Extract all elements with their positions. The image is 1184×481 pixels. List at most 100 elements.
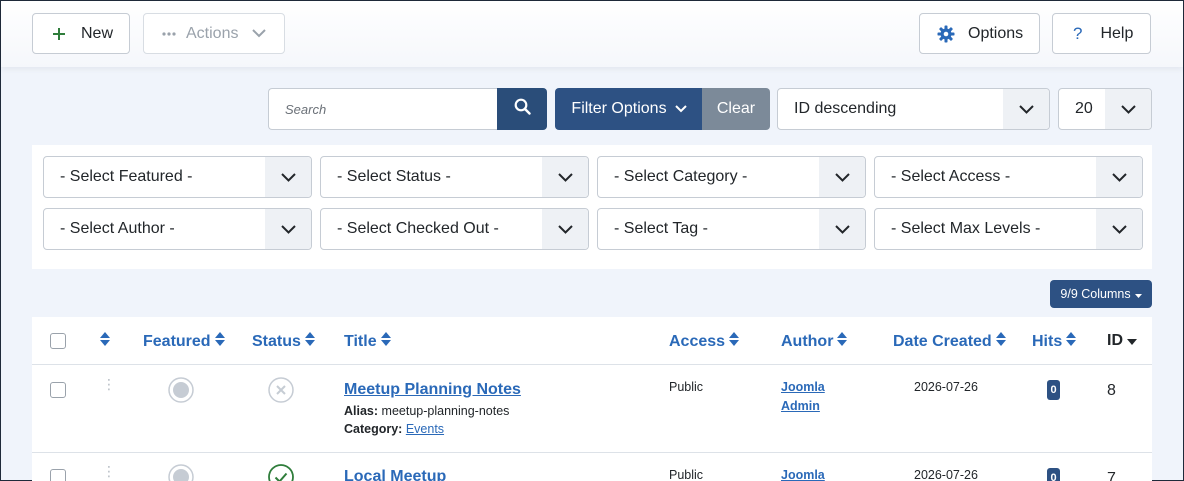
tag-filter-select[interactable]: - Select Tag - xyxy=(597,208,866,250)
unpublished-icon[interactable] xyxy=(268,377,294,408)
chevron-down-icon xyxy=(674,100,687,118)
sort-icon xyxy=(380,332,391,351)
max-levels-filter-select[interactable]: - Select Max Levels - xyxy=(874,208,1143,250)
list-limit-value: 20 xyxy=(1075,100,1093,117)
chevron-down-icon xyxy=(1105,89,1151,129)
filter-options-button[interactable]: Filter Options xyxy=(555,88,703,130)
access-filter-select[interactable]: - Select Access - xyxy=(874,156,1143,198)
author-cell: Joomla Admin xyxy=(781,378,825,416)
published-icon[interactable] xyxy=(268,464,294,481)
actions-button[interactable]: Actions xyxy=(143,13,285,54)
author-link[interactable]: Joomla xyxy=(781,378,825,397)
category-line: Category: Events xyxy=(344,422,521,436)
select-all-checkbox[interactable] xyxy=(50,333,66,349)
table-header: Featured Status Title Access Author Date… xyxy=(32,317,1152,365)
featured-filter-select[interactable]: - Select Featured - xyxy=(43,156,312,198)
drag-handle-icon[interactable]: ⋮ xyxy=(102,377,116,391)
chevron-down-icon xyxy=(252,29,267,38)
ordering-select[interactable]: ID descending xyxy=(777,88,1050,130)
status-header-label: Status xyxy=(252,332,301,350)
hits-header-label: Hits xyxy=(1032,332,1063,350)
unfeatured-icon[interactable] xyxy=(168,464,194,481)
author-link-line2[interactable]: Admin xyxy=(781,397,825,416)
sort-icon xyxy=(729,332,740,351)
sort-icon xyxy=(1066,332,1077,351)
author-header-label: Author xyxy=(781,332,834,350)
articles-table: Featured Status Title Access Author Date… xyxy=(32,317,1152,481)
sort-icon xyxy=(214,332,225,351)
checked-out-filter-select[interactable]: - Select Checked Out - xyxy=(320,208,589,250)
status-filter-value: - Select Status - xyxy=(337,168,451,185)
options-button[interactable]: Options xyxy=(919,13,1040,54)
ordering-value: ID descending xyxy=(794,100,897,117)
tag-filter-value: - Select Tag - xyxy=(614,220,708,237)
hits-badge: 0 xyxy=(1047,380,1060,400)
sort-desc-icon xyxy=(1127,332,1137,350)
unfeatured-icon[interactable] xyxy=(168,377,194,408)
featured-header-label: Featured xyxy=(143,332,211,350)
search-icon xyxy=(514,98,531,120)
sort-icon xyxy=(837,332,848,351)
author-column-header[interactable]: Author xyxy=(781,332,848,351)
list-limit-select[interactable]: 20 xyxy=(1058,88,1152,130)
row-checkbox[interactable] xyxy=(50,469,66,481)
alias-label: Alias: xyxy=(344,404,379,418)
id-column-header[interactable]: ID xyxy=(1107,332,1137,350)
title-header-label: Title xyxy=(344,332,377,350)
clear-button[interactable]: Clear xyxy=(702,88,770,130)
chevron-down-icon xyxy=(819,157,865,197)
search-input[interactable] xyxy=(268,88,497,130)
chevron-down-icon xyxy=(542,209,588,249)
article-title-link[interactable]: Meetup Planning Notes xyxy=(344,381,521,399)
article-title-link[interactable]: Local Meetup xyxy=(344,468,446,481)
alias-line: Alias: meetup-planning-notes xyxy=(344,404,521,418)
chevron-down-icon xyxy=(265,209,311,249)
category-label: Category: xyxy=(344,422,403,436)
author-filter-select[interactable]: - Select Author - xyxy=(43,208,312,250)
new-button[interactable]: New xyxy=(32,13,130,54)
access-filter-value: - Select Access - xyxy=(891,168,1011,185)
date-created-column-header[interactable]: Date Created xyxy=(893,332,1006,351)
date-created-header-label: Date Created xyxy=(893,332,992,350)
search-group xyxy=(268,88,547,130)
table-row: ⋮ Local Meetup Public Joomla 2026-07-26 … xyxy=(32,454,1152,481)
category-link[interactable]: Events xyxy=(406,422,444,436)
title-cell: Meetup Planning Notes Alias: meetup-plan… xyxy=(344,381,521,436)
search-button[interactable] xyxy=(497,88,547,130)
help-button[interactable]: ? Help xyxy=(1052,13,1151,54)
columns-toggle-button[interactable]: 9/9 Columns xyxy=(1050,280,1152,308)
status-column-header[interactable]: Status xyxy=(252,332,315,351)
caret-down-icon xyxy=(1134,287,1142,301)
plus-icon xyxy=(51,27,67,41)
table-row: ⋮ Meetup Planning Notes Alias: meetup-pl… xyxy=(32,366,1152,453)
drag-handle-icon[interactable]: ⋮ xyxy=(102,464,116,478)
access-header-label: Access xyxy=(669,332,726,350)
chevron-down-icon xyxy=(819,209,865,249)
access-column-header[interactable]: Access xyxy=(669,332,740,351)
alias-value: meetup-planning-notes xyxy=(381,404,510,418)
author-link[interactable]: Joomla xyxy=(781,466,825,481)
help-button-label: Help xyxy=(1100,24,1134,42)
options-button-label: Options xyxy=(968,24,1024,42)
filter-panel: - Select Featured - - Select Status - - … xyxy=(32,145,1152,269)
filter-options-label: Filter Options xyxy=(571,100,667,117)
toolbar: New Actions Options ? Help xyxy=(1,1,1183,67)
sort-icon xyxy=(100,332,110,351)
featured-column-header[interactable]: Featured xyxy=(143,332,225,351)
chevron-down-icon xyxy=(1003,89,1049,129)
id-value: 7 xyxy=(1107,470,1116,481)
hits-column-header[interactable]: Hits xyxy=(1032,332,1077,351)
gear-icon xyxy=(937,25,955,43)
max-levels-filter-value: - Select Max Levels - xyxy=(891,220,1041,237)
checked-out-filter-value: - Select Checked Out - xyxy=(337,220,499,237)
sort-icon xyxy=(995,332,1006,351)
featured-filter-value: - Select Featured - xyxy=(60,168,193,185)
access-value: Public xyxy=(669,380,704,394)
ordering-sort-header[interactable] xyxy=(100,332,110,351)
status-filter-select[interactable]: - Select Status - xyxy=(320,156,589,198)
access-value: Public xyxy=(669,468,704,481)
category-filter-select[interactable]: - Select Category - xyxy=(597,156,866,198)
title-column-header[interactable]: Title xyxy=(344,332,391,351)
row-checkbox[interactable] xyxy=(50,382,66,398)
id-value: 8 xyxy=(1107,382,1116,399)
